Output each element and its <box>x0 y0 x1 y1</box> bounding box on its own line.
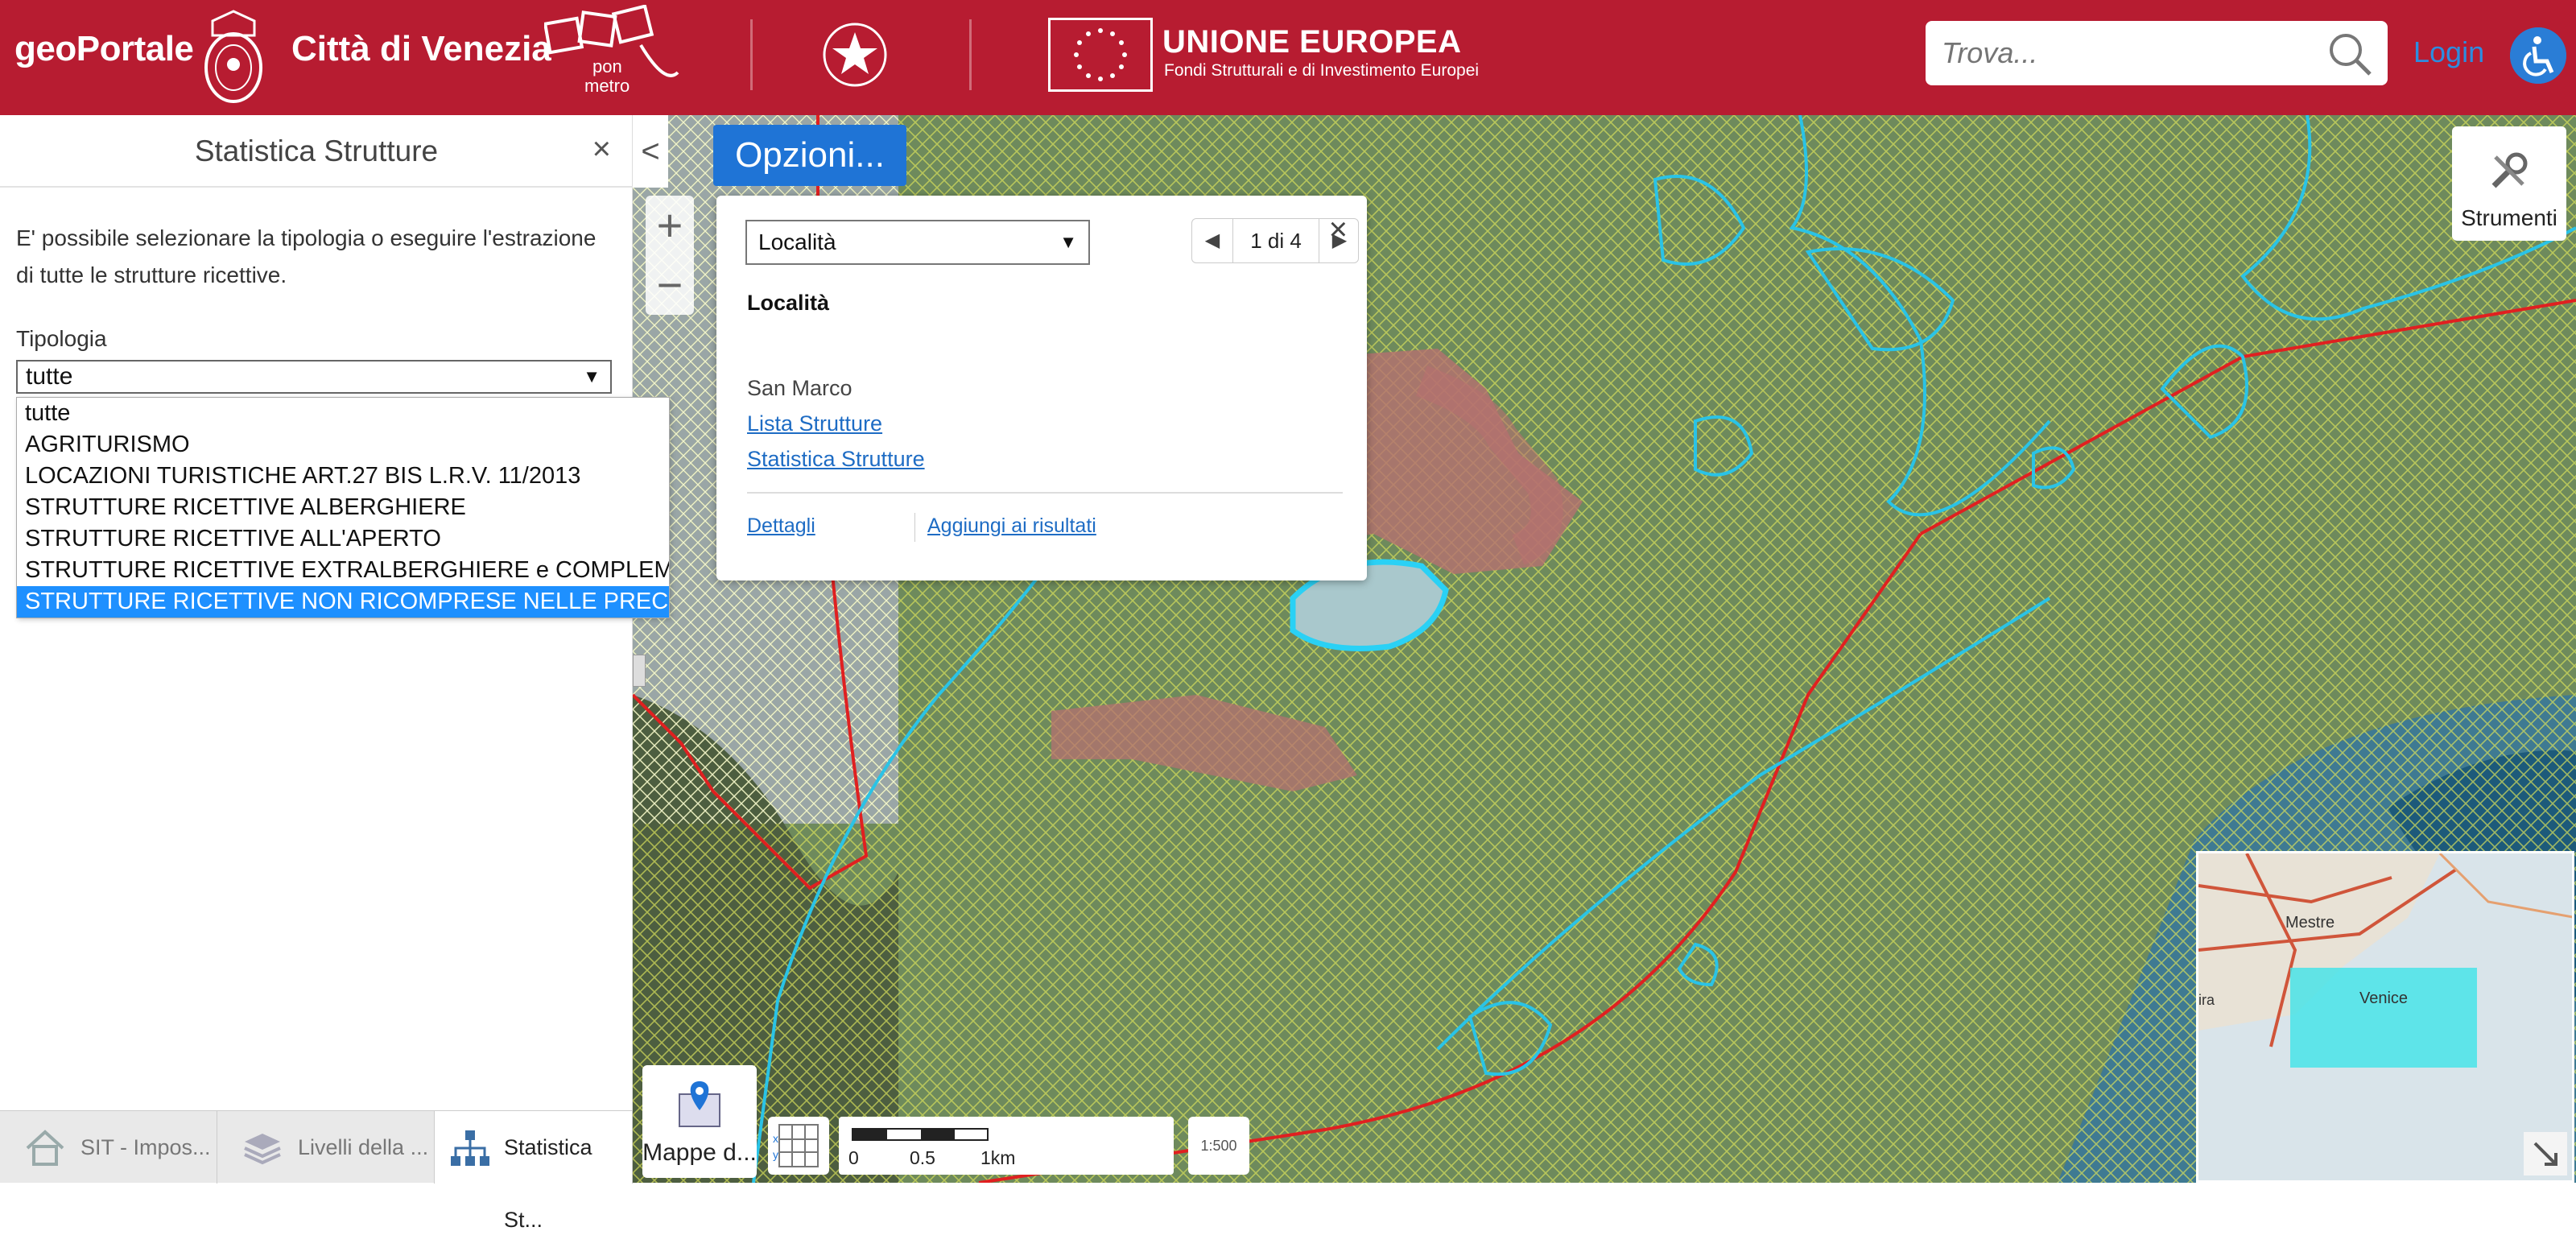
pon-metro-logo: pon metro <box>544 5 679 96</box>
zoom-out-button[interactable]: − <box>646 255 694 315</box>
header-divider <box>969 19 972 90</box>
hierarchy-icon <box>451 1130 489 1166</box>
metro-text: metro <box>584 76 630 96</box>
statistica-strutture-link[interactable]: Statistica Strutture <box>747 447 925 472</box>
dropdown-option[interactable]: AGRITURISMO <box>17 429 669 461</box>
brand-title[interactable]: geoPortale <box>14 29 194 69</box>
link-separator <box>914 513 915 542</box>
panel-close-button[interactable]: × <box>592 131 611 167</box>
dropdown-option[interactable]: tutte <box>17 398 669 429</box>
header-divider <box>750 19 753 90</box>
tab-statistica[interactable]: Statistica St... <box>435 1111 633 1232</box>
search-icon[interactable] <box>2326 31 2373 77</box>
tab-label: Statistica St... <box>504 1135 592 1232</box>
scale-tick: 0 <box>848 1147 859 1168</box>
popup-field-title: Località <box>747 291 830 315</box>
overview-label-mestre: Mestre <box>2285 914 2334 932</box>
popup-field-value: San Marco <box>747 376 852 400</box>
map-view[interactable]: < + − Opzioni... Strumenti Località ▼ ◀ … <box>633 115 2576 1183</box>
opzioni-button[interactable]: Opzioni... <box>713 125 906 186</box>
tab-label: Livelli della ... <box>298 1135 429 1159</box>
scale-bar-graphic <box>852 1128 989 1141</box>
zoom-control: + − <box>646 196 694 315</box>
dettagli-link[interactable]: Dettagli <box>747 514 815 538</box>
panel-description: E' possibile selezionare la tipologia o … <box>16 225 597 287</box>
layer-select-value: Località <box>758 229 836 254</box>
city-title: Città di Venezia <box>291 29 551 68</box>
feature-info-popup: Località ▼ ◀ 1 di 4 ▶ × Località San Mar… <box>716 196 1367 580</box>
tipologia-select[interactable]: tutte ▼ <box>16 360 612 394</box>
pager-text: 1 di 4 <box>1232 219 1319 262</box>
scale-tick: 1km <box>980 1147 1016 1168</box>
strumenti-label: Strumenti <box>2461 205 2557 230</box>
map-pin-icon <box>679 1081 720 1127</box>
svg-text:y: y <box>773 1148 778 1161</box>
svg-text:x: x <box>773 1132 778 1145</box>
header: geoPortale Città di Venezia pon metro UN… <box>0 0 2576 115</box>
overview-label-ira: ira <box>2198 992 2215 1008</box>
aggiungi-risultati-link[interactable]: Aggiungi ai risultati <box>927 514 1096 538</box>
italy-emblem-icon <box>823 23 887 87</box>
accessibility-icon[interactable] <box>2510 27 2566 84</box>
tipologia-selected-value: tutte <box>26 363 73 390</box>
overview-label-venice: Venice <box>2359 990 2408 1007</box>
layers-icon <box>244 1134 281 1165</box>
panel-title: Statistica Strutture <box>0 115 633 188</box>
login-link[interactable]: Login <box>2413 35 2484 69</box>
dropdown-option[interactable]: STRUTTURE RICETTIVE EXTRALBERGHIERE e CO… <box>17 555 669 586</box>
bottom-tab-bar: SIT - Impos... Livelli della ... Statist… <box>0 1110 633 1232</box>
panel-splitter-handle[interactable] <box>633 655 646 687</box>
dropdown-arrow-icon: ▼ <box>1059 232 1077 252</box>
dropdown-option-highlighted[interactable]: STRUTTURE RICETTIVE NON RICOMPRESE NELLE… <box>17 586 669 618</box>
eu-flag-icon <box>1048 18 1153 92</box>
venice-crest-icon <box>204 10 262 103</box>
strumenti-button[interactable]: Strumenti <box>2452 126 2566 241</box>
pon-text: pon <box>592 56 622 76</box>
zoom-in-button[interactable]: + <box>646 196 694 255</box>
layer-select[interactable]: Località ▼ <box>745 220 1090 265</box>
eu-title: UNIONE EUROPEA <box>1162 24 1462 60</box>
overview-canvas: Mestre Venice ira <box>2198 853 2572 1180</box>
lista-strutture-link[interactable]: Lista Strutture <box>747 411 882 436</box>
home-icon <box>26 1130 64 1166</box>
search-input[interactable] <box>1940 32 2310 74</box>
dropdown-option[interactable]: STRUTTURE RICETTIVE ALBERGHIERE <box>17 492 669 523</box>
tipologia-dropdown-list: tutte AGRITURISMO LOCAZIONI TURISTICHE A… <box>16 397 670 618</box>
search-box <box>1926 21 2388 85</box>
tipologia-label: Tipologia <box>16 326 107 351</box>
sidebar-panel: Statistica Strutture × E' possibile sele… <box>0 115 670 1110</box>
tab-sit[interactable]: SIT - Impos... <box>0 1111 217 1184</box>
tab-livelli[interactable]: Livelli della ... <box>217 1111 435 1184</box>
tab-label: SIT - Impos... <box>80 1135 211 1159</box>
overview-map[interactable]: Mestre Venice ira <box>2196 851 2574 1183</box>
collapse-panel-button[interactable]: < <box>633 115 668 188</box>
scale-bar: 0 0.5 1km <box>839 1117 1174 1175</box>
scale-ratio-button[interactable]: 1:500 <box>1188 1117 1249 1175</box>
popup-close-button[interactable]: × <box>1329 212 1348 248</box>
prev-result-button[interactable]: ◀ <box>1192 219 1232 262</box>
mappe-label: Mappe d... <box>642 1139 757 1166</box>
popup-divider <box>747 492 1343 494</box>
tools-icon <box>2491 152 2528 188</box>
dropdown-arrow-icon: ▼ <box>583 366 601 386</box>
mappe-di-base-button[interactable]: Mappe d... <box>642 1065 757 1178</box>
grid-coords-icon: x y <box>773 1124 819 1167</box>
dropdown-option[interactable]: STRUTTURE RICETTIVE ALL'APERTO <box>17 523 669 555</box>
dropdown-option[interactable]: LOCAZIONI TURISTICHE ART.27 BIS L.R.V. 1… <box>17 461 669 492</box>
eu-subtitle: Fondi Strutturali e di Investimento Euro… <box>1164 61 1480 80</box>
coordinates-button[interactable]: x y <box>768 1117 829 1175</box>
scale-tick: 0.5 <box>910 1147 935 1168</box>
